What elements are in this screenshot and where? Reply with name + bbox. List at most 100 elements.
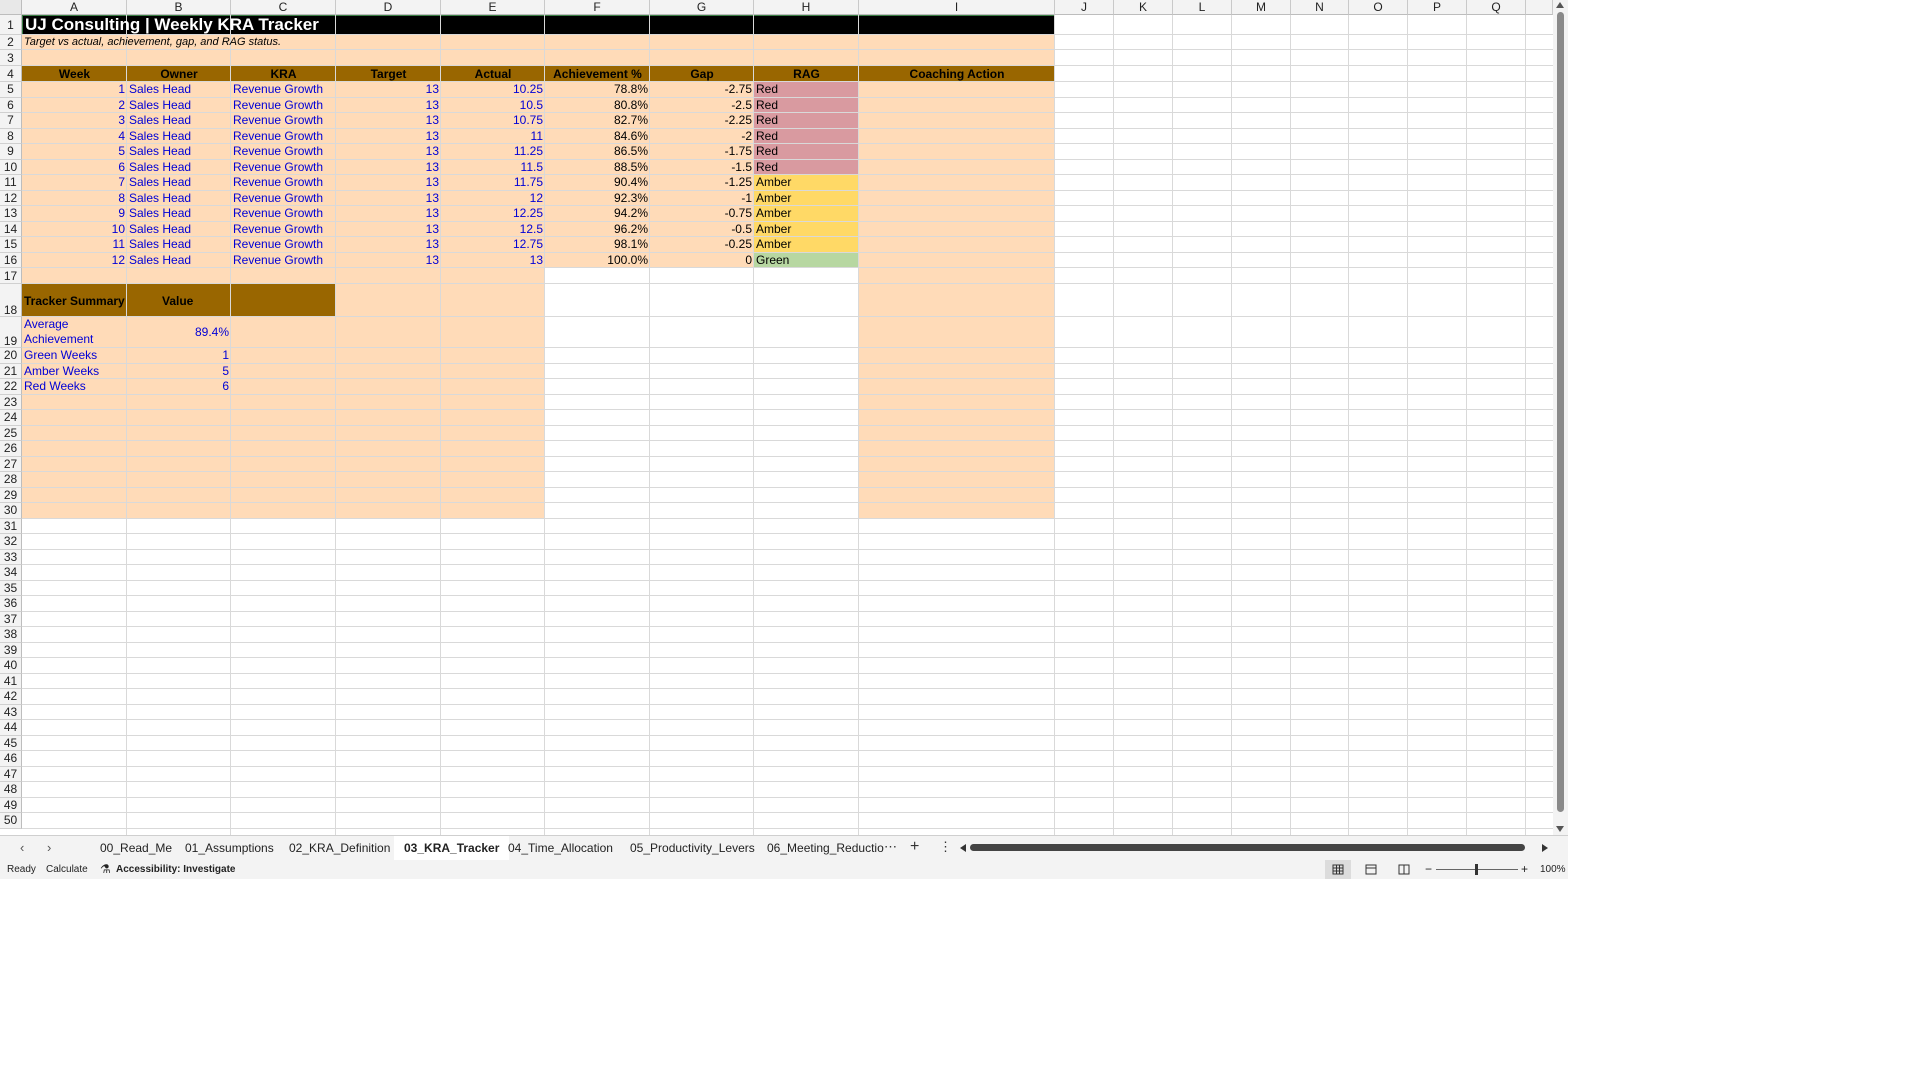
cell-owner[interactable]: Sales Head — [127, 237, 231, 253]
row-header-22[interactable]: 22 — [0, 379, 22, 395]
row-header-26[interactable]: 26 — [0, 441, 22, 457]
cell-kra[interactable]: Revenue Growth — [231, 191, 336, 207]
row-header-25[interactable]: 25 — [0, 425, 22, 441]
cell-achievement[interactable]: 78.8% — [545, 82, 650, 98]
cell-rag[interactable]: Amber — [754, 175, 859, 191]
column-header[interactable]: Target — [336, 66, 441, 82]
cell-rag[interactable]: Amber — [754, 191, 859, 207]
cell-gap[interactable]: -0.5 — [650, 222, 754, 238]
cell-rag[interactable]: Red — [754, 129, 859, 145]
row-header-33[interactable]: 33 — [0, 549, 22, 565]
sheet-tab[interactable]: 04_Time_Allocation — [498, 836, 623, 860]
column-header-K[interactable]: K — [1114, 0, 1173, 15]
cell-kra[interactable]: Revenue Growth — [231, 253, 336, 269]
row-header-40[interactable]: 40 — [0, 658, 22, 674]
column-header[interactable]: Achievement % — [545, 66, 650, 82]
row-header-38[interactable]: 38 — [0, 627, 22, 643]
cell-coaching-action[interactable] — [859, 253, 1055, 269]
cell-owner[interactable]: Sales Head — [127, 144, 231, 160]
cell-coaching-action[interactable] — [859, 237, 1055, 253]
accessibility-icon[interactable]: ⚗ — [100, 860, 111, 879]
zoom-out-icon[interactable]: − — [1425, 860, 1432, 879]
cell-target[interactable]: 13 — [336, 160, 441, 176]
column-header-B[interactable]: B — [127, 0, 231, 15]
column-header[interactable]: Owner — [127, 66, 231, 82]
cell-coaching-action[interactable] — [859, 206, 1055, 222]
horizontal-scroll-thumb[interactable] — [970, 844, 1525, 851]
cell-actual[interactable]: 12 — [441, 191, 545, 207]
row-header-14[interactable]: 14 — [0, 221, 22, 237]
cell-week[interactable]: 12 — [22, 253, 127, 269]
cell-kra[interactable]: Revenue Growth — [231, 98, 336, 114]
row-header-2[interactable]: 2 — [0, 35, 22, 50]
sheet-tab[interactable]: 01_Assumptions — [175, 836, 284, 860]
cell-achievement[interactable]: 80.8% — [545, 98, 650, 114]
cell-owner[interactable]: Sales Head — [127, 222, 231, 238]
cell-rag[interactable]: Red — [754, 144, 859, 160]
row-header-35[interactable]: 35 — [0, 580, 22, 596]
row-header-49[interactable]: 49 — [0, 797, 22, 813]
cell-actual[interactable]: 12.75 — [441, 237, 545, 253]
cell-rag[interactable]: Amber — [754, 237, 859, 253]
row-header-37[interactable]: 37 — [0, 611, 22, 627]
ellipsis-icon[interactable]: ⋯ — [884, 839, 897, 855]
cell-target[interactable]: 13 — [336, 237, 441, 253]
cell-week[interactable]: 6 — [22, 160, 127, 176]
cell-gap[interactable]: -1.75 — [650, 144, 754, 160]
cell-gap[interactable]: -0.75 — [650, 206, 754, 222]
cell-coaching-action[interactable] — [859, 191, 1055, 207]
cell-achievement[interactable]: 88.5% — [545, 160, 650, 176]
scroll-right-icon[interactable] — [1542, 844, 1548, 852]
cell-coaching-action[interactable] — [859, 113, 1055, 129]
sheet-tab[interactable]: 03_KRA_Tracker — [394, 836, 510, 862]
cell-achievement[interactable]: 90.4% — [545, 175, 650, 191]
cell-week[interactable]: 1 — [22, 82, 127, 98]
row-header-10[interactable]: 10 — [0, 159, 22, 175]
row-header-41[interactable]: 41 — [0, 673, 22, 689]
row-header-4[interactable]: 4 — [0, 66, 22, 82]
cell-week[interactable]: 3 — [22, 113, 127, 129]
row-header-28[interactable]: 28 — [0, 472, 22, 488]
cell-achievement[interactable]: 82.7% — [545, 113, 650, 129]
cell-coaching-action[interactable] — [859, 144, 1055, 160]
row-header-32[interactable]: 32 — [0, 534, 22, 550]
column-header[interactable]: Gap — [650, 66, 754, 82]
cell-actual[interactable]: 11.25 — [441, 144, 545, 160]
cell-gap[interactable]: -2 — [650, 129, 754, 145]
row-header-11[interactable]: 11 — [0, 175, 22, 191]
column-header-E[interactable]: E — [441, 0, 545, 15]
cell-achievement[interactable]: 84.6% — [545, 129, 650, 145]
row-header-23[interactable]: 23 — [0, 394, 22, 410]
cell-actual[interactable]: 12.25 — [441, 206, 545, 222]
cell-target[interactable]: 13 — [336, 82, 441, 98]
cell-owner[interactable]: Sales Head — [127, 206, 231, 222]
cell-target[interactable]: 13 — [336, 175, 441, 191]
summary-value[interactable]: 1 — [127, 348, 231, 364]
column-header-I[interactable]: I — [859, 0, 1055, 15]
cell-target[interactable]: 13 — [336, 129, 441, 145]
cell-week[interactable]: 9 — [22, 206, 127, 222]
row-header-24[interactable]: 24 — [0, 410, 22, 426]
cell-actual[interactable]: 10.5 — [441, 98, 545, 114]
row-header-50[interactable]: 50 — [0, 813, 22, 829]
row-header-13[interactable]: 13 — [0, 206, 22, 222]
summary-header-value[interactable]: Value — [160, 284, 230, 317]
sheet-tab[interactable]: 02_KRA_Definition — [279, 836, 400, 860]
cell-target[interactable]: 13 — [336, 144, 441, 160]
cell-target[interactable]: 13 — [336, 98, 441, 114]
zoom-slider-thumb[interactable] — [1475, 864, 1478, 875]
row-header-19[interactable]: 19 — [0, 317, 22, 348]
sheet-subtitle[interactable]: Target vs actual, achievement, gap, and … — [22, 35, 1055, 50]
plus-icon[interactable]: + — [910, 838, 919, 856]
cell-achievement[interactable]: 86.5% — [545, 144, 650, 160]
row-header-30[interactable]: 30 — [0, 503, 22, 519]
cell-kra[interactable]: Revenue Growth — [231, 222, 336, 238]
zoom-level[interactable]: 100% — [1540, 860, 1566, 879]
cell-gap[interactable]: -2.5 — [650, 98, 754, 114]
cell-coaching-action[interactable] — [859, 98, 1055, 114]
column-header-M[interactable]: M — [1232, 0, 1291, 15]
cell-target[interactable]: 13 — [336, 191, 441, 207]
row-header-8[interactable]: 8 — [0, 128, 22, 144]
column-header[interactable]: KRA — [231, 66, 336, 82]
cell-owner[interactable]: Sales Head — [127, 98, 231, 114]
